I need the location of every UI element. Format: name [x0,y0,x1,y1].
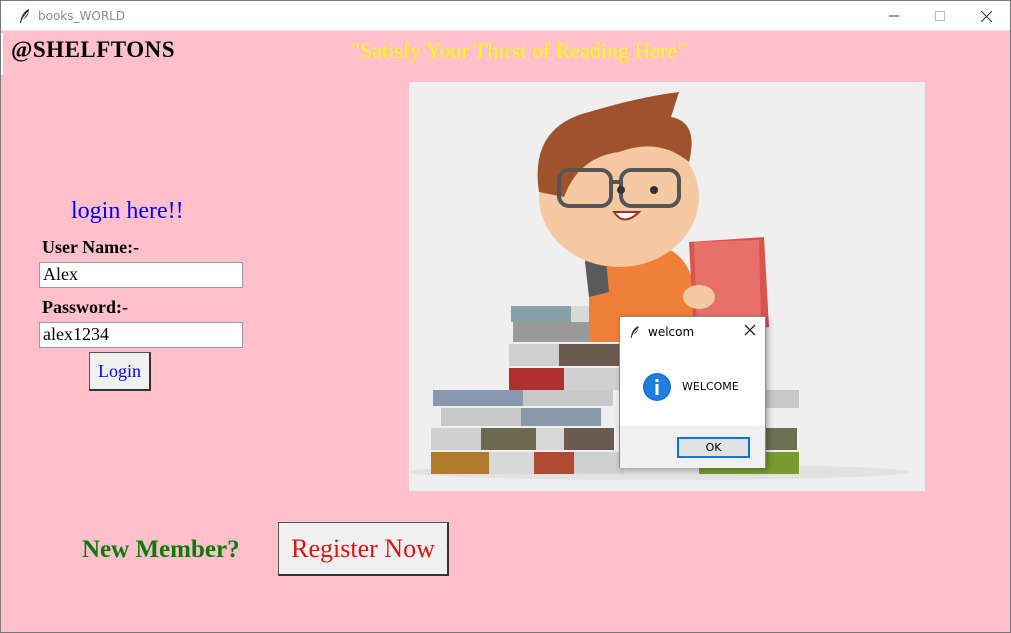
info-icon [643,373,671,401]
username-field[interactable]: Alex [39,262,243,288]
new-member-label: New Member? [82,536,240,563]
feather-icon [630,326,639,338]
maximize-icon [935,11,945,21]
minimize-icon [889,15,899,17]
dialog-footer: OK [620,426,765,468]
feather-icon [20,9,29,23]
ok-button[interactable]: OK [677,437,750,458]
register-now-button[interactable]: Register Now [278,522,449,576]
brand-label: @SHELFTONS [11,37,176,62]
login-title: login here!! [71,198,184,224]
dialog-message: WELCOME [682,380,739,393]
password-field[interactable]: alex1234 [39,322,243,348]
close-icon [980,10,992,22]
minimize-button[interactable] [871,1,917,31]
username-label: User Name:- [42,237,140,257]
welcome-dialog: welcom WELCOME OK [619,316,766,468]
maximize-button[interactable] [917,1,963,31]
dialog-title: welcom [648,325,695,339]
title-bar[interactable]: books_WORLD [1,1,1010,31]
tagline: "Satisfy Your Thirst of Reading Here" [351,38,687,63]
login-button[interactable]: Login [89,352,151,391]
main-content: @SHELFTONS "Satisfy Your Thirst of Readi… [1,31,1010,632]
app-window: books_WORLD @SHELFTONS "Satisfy Your Thi… [0,0,1011,633]
window-title: books_WORLD [38,9,126,23]
close-button[interactable] [963,1,1009,31]
password-label: Password:- [42,297,128,317]
focus-indicator [1,33,3,75]
dialog-close-icon[interactable] [744,324,756,336]
